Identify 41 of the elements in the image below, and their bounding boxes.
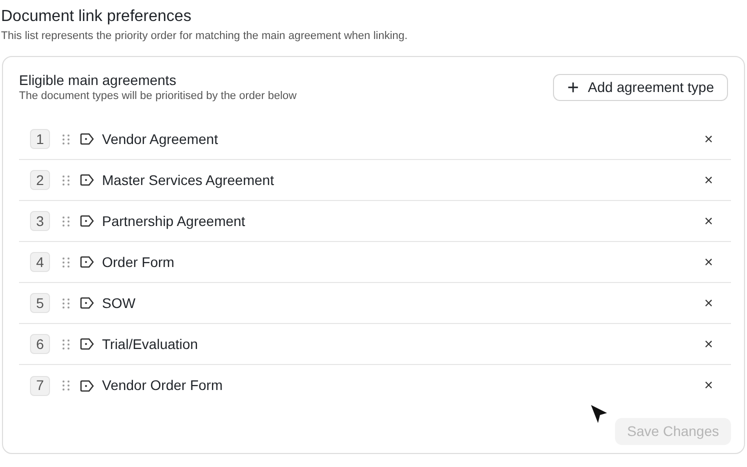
remove-button[interactable]: × [704, 296, 713, 310]
card-description: The document types will be prioritised by the order below [19, 89, 297, 103]
position-number: 3 [30, 211, 50, 231]
remove-button[interactable]: × [704, 132, 713, 146]
tag-icon [80, 133, 94, 145]
drag-handle-icon[interactable] [62, 134, 70, 144]
drag-handle-icon[interactable] [62, 256, 70, 268]
tag-icon [80, 380, 94, 392]
agreement-type-label: Vendor Agreement [102, 130, 219, 149]
tag-icon [80, 256, 94, 268]
remove-button[interactable]: × [704, 214, 713, 228]
drag-handle-icon[interactable] [62, 338, 70, 350]
card-title: Eligible main agreements [19, 71, 178, 89]
tag-icon [80, 338, 94, 350]
add-agreement-type-button[interactable]: + Add agreement type [553, 74, 728, 101]
agreement-type-label: Partnership Agreement [102, 212, 246, 231]
remove-button[interactable]: × [704, 172, 713, 188]
drag-handle-icon[interactable] [62, 174, 70, 186]
position-number: 7 [30, 376, 50, 396]
tag-icon [80, 174, 94, 186]
mouse-pointer-icon [590, 404, 608, 424]
agreement-type-label: Master Services Agreement [102, 170, 275, 190]
position-number: 5 [30, 293, 50, 313]
agreement-type-label: SOW [102, 294, 136, 312]
agreement-type-label: Order Form [102, 252, 176, 272]
remove-button[interactable]: × [704, 254, 713, 270]
page-title: Document link preferences [1, 7, 192, 27]
remove-button[interactable]: × [704, 378, 713, 393]
position-number: 4 [30, 252, 50, 272]
page-description: This list represents the priority order for matching the main agreement when linking. [1, 29, 409, 44]
drag-handle-icon[interactable] [62, 298, 70, 308]
position-number: 6 [30, 334, 50, 354]
position-number: 2 [30, 170, 50, 190]
tag-icon [80, 297, 94, 309]
remove-button[interactable]: × [704, 336, 713, 352]
drag-handle-icon[interactable] [62, 380, 70, 391]
drag-handle-icon[interactable] [62, 216, 70, 226]
agreement-type-label: Vendor Order Form [102, 376, 224, 395]
position-number: 1 [30, 129, 50, 149]
tag-icon [80, 215, 94, 227]
agreement-type-label: Trial/Evaluation [102, 334, 199, 354]
